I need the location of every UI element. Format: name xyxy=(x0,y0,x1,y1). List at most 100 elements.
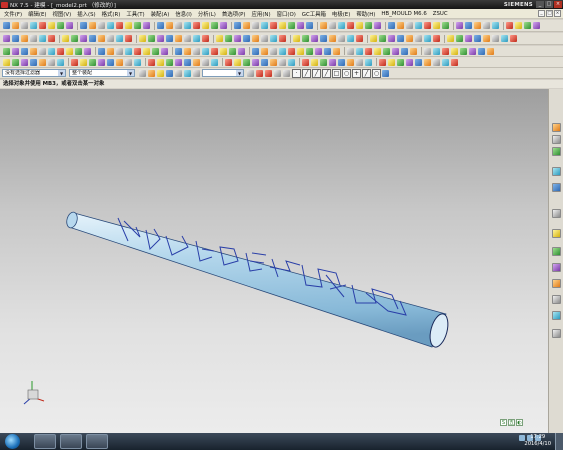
toolbar-command-icon[interactable] xyxy=(293,35,300,42)
toolbar-command-icon[interactable] xyxy=(98,22,105,29)
toolbar-command-icon[interactable] xyxy=(388,58,395,66)
toolbar-command-icon[interactable] xyxy=(80,35,87,42)
show-desktop-button[interactable] xyxy=(555,433,563,450)
toolbar-command-icon[interactable] xyxy=(356,35,363,42)
toolbar-command-icon[interactable] xyxy=(166,58,173,66)
toolbar-command-icon[interactable] xyxy=(175,22,182,29)
toolbar-command-icon[interactable] xyxy=(397,58,404,66)
toolbar-command-icon[interactable] xyxy=(442,58,449,66)
toolbar-command-icon[interactable] xyxy=(184,47,191,55)
toolbar-command-icon[interactable] xyxy=(388,22,395,29)
toolbar-command-icon[interactable] xyxy=(320,58,327,66)
deselect-icon[interactable] xyxy=(193,69,200,77)
toolbar-command-icon[interactable] xyxy=(202,35,209,42)
toolbar-command-icon[interactable] xyxy=(365,47,372,55)
process-studio-icon[interactable] xyxy=(552,247,561,256)
toolbar-command-icon[interactable] xyxy=(415,58,422,66)
toolbar-command-icon[interactable] xyxy=(506,22,513,29)
toolbar-command-icon[interactable] xyxy=(302,35,309,42)
ime-sogou-icon[interactable]: S xyxy=(500,419,507,426)
toolbar-command-icon[interactable] xyxy=(474,35,481,42)
menu-analysis[interactable]: 分析(L) xyxy=(198,10,216,18)
toolbar-command-icon[interactable] xyxy=(211,47,218,55)
toolbar-command-icon[interactable] xyxy=(433,47,440,55)
menu-file[interactable]: 文件(F) xyxy=(4,10,22,18)
mid-point-icon[interactable] xyxy=(283,69,290,77)
toolbar-command-icon[interactable] xyxy=(392,47,399,55)
toolbar-command-icon[interactable] xyxy=(211,22,218,29)
roles-icon[interactable] xyxy=(552,279,561,288)
toolbar-command-icon[interactable] xyxy=(143,47,150,55)
toolbar-command-icon[interactable] xyxy=(415,22,422,29)
constraint-navigator-icon[interactable] xyxy=(552,135,561,144)
toolbar-command-icon[interactable] xyxy=(252,22,259,29)
toolbar-command-icon[interactable] xyxy=(139,35,146,42)
toolbar-command-icon[interactable] xyxy=(225,58,232,66)
type-filter-dropdown[interactable]: 没有选择过滤器 ▼ xyxy=(2,69,66,77)
toolbar-command-icon[interactable] xyxy=(238,47,245,55)
toolbar-command-icon[interactable] xyxy=(225,35,232,42)
line-point-icon[interactable]: ╱ xyxy=(312,68,321,78)
quadrant-point-icon[interactable]: + xyxy=(352,68,361,78)
toolbar-command-icon[interactable] xyxy=(279,58,286,66)
toolbar-command-icon[interactable] xyxy=(401,47,408,55)
toolbar-command-icon[interactable] xyxy=(30,22,37,29)
toolbar-command-icon[interactable] xyxy=(474,22,481,29)
toolbar-command-icon[interactable] xyxy=(483,22,490,29)
tangent-point-icon[interactable]: ╱ xyxy=(322,68,331,78)
snap-on-icon[interactable] xyxy=(247,69,254,77)
taskbar-app-explorer-icon[interactable] xyxy=(86,434,108,449)
toolbar-command-icon[interactable] xyxy=(193,22,200,29)
toolbar-command-icon[interactable] xyxy=(116,22,123,29)
menu-help[interactable]: 帮助(H) xyxy=(356,10,375,18)
toolbar-command-icon[interactable] xyxy=(374,47,381,55)
toolbar-command-icon[interactable] xyxy=(388,35,395,42)
toolbar-command-icon[interactable] xyxy=(501,35,508,42)
point-constructor-icon[interactable] xyxy=(256,69,263,77)
toolbar-command-icon[interactable] xyxy=(166,22,173,29)
toolbar-command-icon[interactable] xyxy=(447,35,454,42)
toolbar-command-icon[interactable] xyxy=(252,58,259,66)
toolbar-command-icon[interactable] xyxy=(3,47,10,55)
toolbar-command-icon[interactable] xyxy=(365,58,372,66)
toolbar-command-icon[interactable] xyxy=(125,22,132,29)
toolbar-command-icon[interactable] xyxy=(157,22,164,29)
select-body-icon[interactable] xyxy=(166,69,173,77)
circle-center-icon[interactable]: ○ xyxy=(342,68,351,78)
square-point-icon[interactable]: □ xyxy=(332,68,341,78)
toolbar-command-icon[interactable] xyxy=(270,58,277,66)
toolbar-command-icon[interactable] xyxy=(306,47,313,55)
toolbar-command-icon[interactable] xyxy=(148,35,155,42)
toolbar-command-icon[interactable] xyxy=(71,58,78,66)
toolbar-command-icon[interactable] xyxy=(333,47,340,55)
toolbar-command-icon[interactable] xyxy=(152,47,159,55)
menu-zsuc[interactable]: ZSUC xyxy=(433,11,448,17)
doc-restore-icon[interactable]: □ xyxy=(546,10,553,17)
toolbar-command-icon[interactable] xyxy=(116,58,123,66)
toolbar-command-icon[interactable] xyxy=(84,47,91,55)
toolbar-command-icon[interactable] xyxy=(533,22,540,29)
toolbar-command-icon[interactable] xyxy=(487,47,494,55)
toolbar-command-icon[interactable] xyxy=(347,35,354,42)
toolbar-command-icon[interactable] xyxy=(397,22,404,29)
toolbar-command-icon[interactable] xyxy=(469,47,476,55)
toolbar-command-icon[interactable] xyxy=(270,47,277,55)
toolbar-command-icon[interactable] xyxy=(279,22,286,29)
selection-settings-icon[interactable] xyxy=(139,69,146,77)
toolbar-command-icon[interactable] xyxy=(211,58,218,66)
toolbar-command-icon[interactable] xyxy=(75,47,82,55)
system-materials-icon[interactable] xyxy=(552,229,561,238)
toolbar-command-icon[interactable] xyxy=(492,22,499,29)
menu-preferences[interactable]: 首选项(P) xyxy=(222,10,246,18)
menu-assembly[interactable]: 装配(A) xyxy=(151,10,170,18)
toolbar-command-icon[interactable] xyxy=(39,22,46,29)
assembly-navigator-icon[interactable] xyxy=(552,123,561,132)
close-button[interactable]: × xyxy=(554,1,562,8)
toolbar-command-icon[interactable] xyxy=(57,58,64,66)
toolbar-command-icon[interactable] xyxy=(456,22,463,29)
toolbar-command-icon[interactable] xyxy=(125,35,132,42)
toolbar-command-icon[interactable] xyxy=(66,47,73,55)
toolbar-command-icon[interactable] xyxy=(306,22,313,29)
toolbar-command-icon[interactable] xyxy=(39,35,46,42)
toolbar-command-icon[interactable] xyxy=(320,35,327,42)
